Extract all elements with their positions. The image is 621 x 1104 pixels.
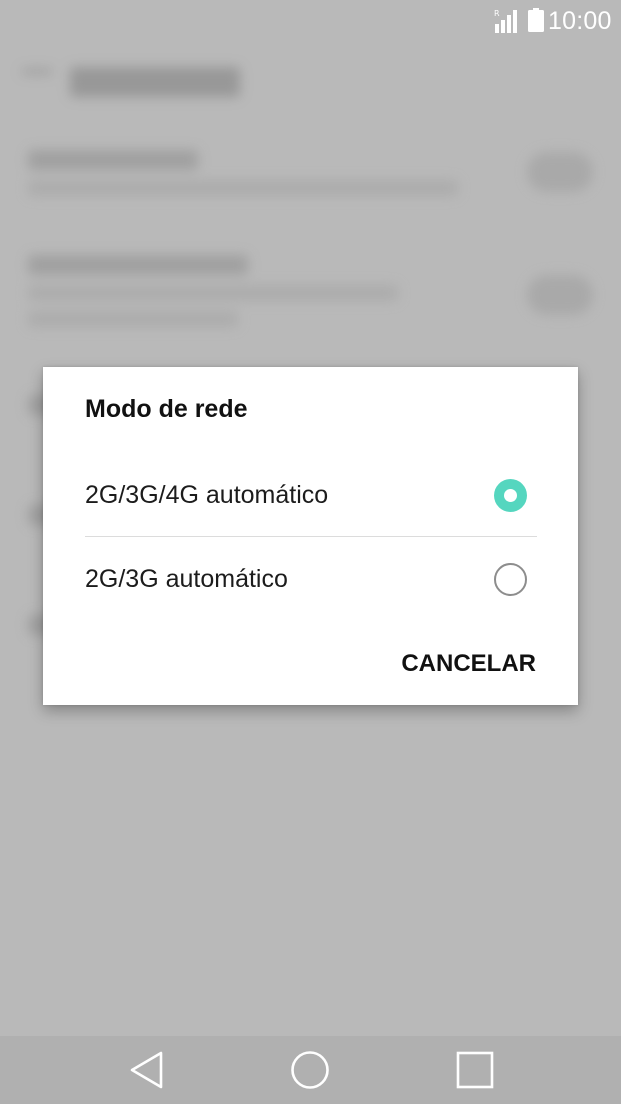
background-app-bar	[22, 60, 262, 104]
background-row	[28, 150, 593, 206]
option-2g-3g-auto[interactable]: 2G/3G automático	[85, 537, 537, 621]
back-button[interactable]	[123, 1046, 171, 1094]
navigation-bar	[0, 1036, 621, 1104]
status-clock: 10:00	[548, 7, 612, 35]
home-button[interactable]	[286, 1046, 334, 1094]
background-back-icon	[22, 68, 52, 96]
background-title	[70, 67, 240, 97]
signal-icon: R	[494, 9, 517, 33]
option-2g-3g-4g-auto[interactable]: 2G/3G/4G automático	[85, 453, 537, 537]
cancel-button[interactable]: CANCELAR	[401, 650, 536, 678]
background-row	[28, 255, 593, 337]
radio-selected-icon[interactable]	[494, 478, 527, 512]
screen: R 10:00 Modo de rede 2G/3G/4G automático…	[0, 0, 621, 1104]
dialog-title: Modo de rede	[85, 395, 248, 423]
status-bar: R 10:00	[0, 0, 621, 42]
option-label: 2G/3G/4G automático	[85, 480, 329, 509]
battery-icon	[528, 8, 544, 32]
recents-icon	[456, 1051, 494, 1089]
radio-unselected-icon[interactable]	[494, 562, 527, 596]
back-icon	[130, 1051, 163, 1089]
option-label: 2G/3G automático	[85, 564, 288, 593]
recents-button[interactable]	[451, 1046, 499, 1094]
home-icon	[291, 1051, 329, 1089]
network-mode-dialog: Modo de rede 2G/3G/4G automático 2G/3G a…	[43, 367, 578, 705]
roaming-indicator: R	[494, 9, 500, 18]
